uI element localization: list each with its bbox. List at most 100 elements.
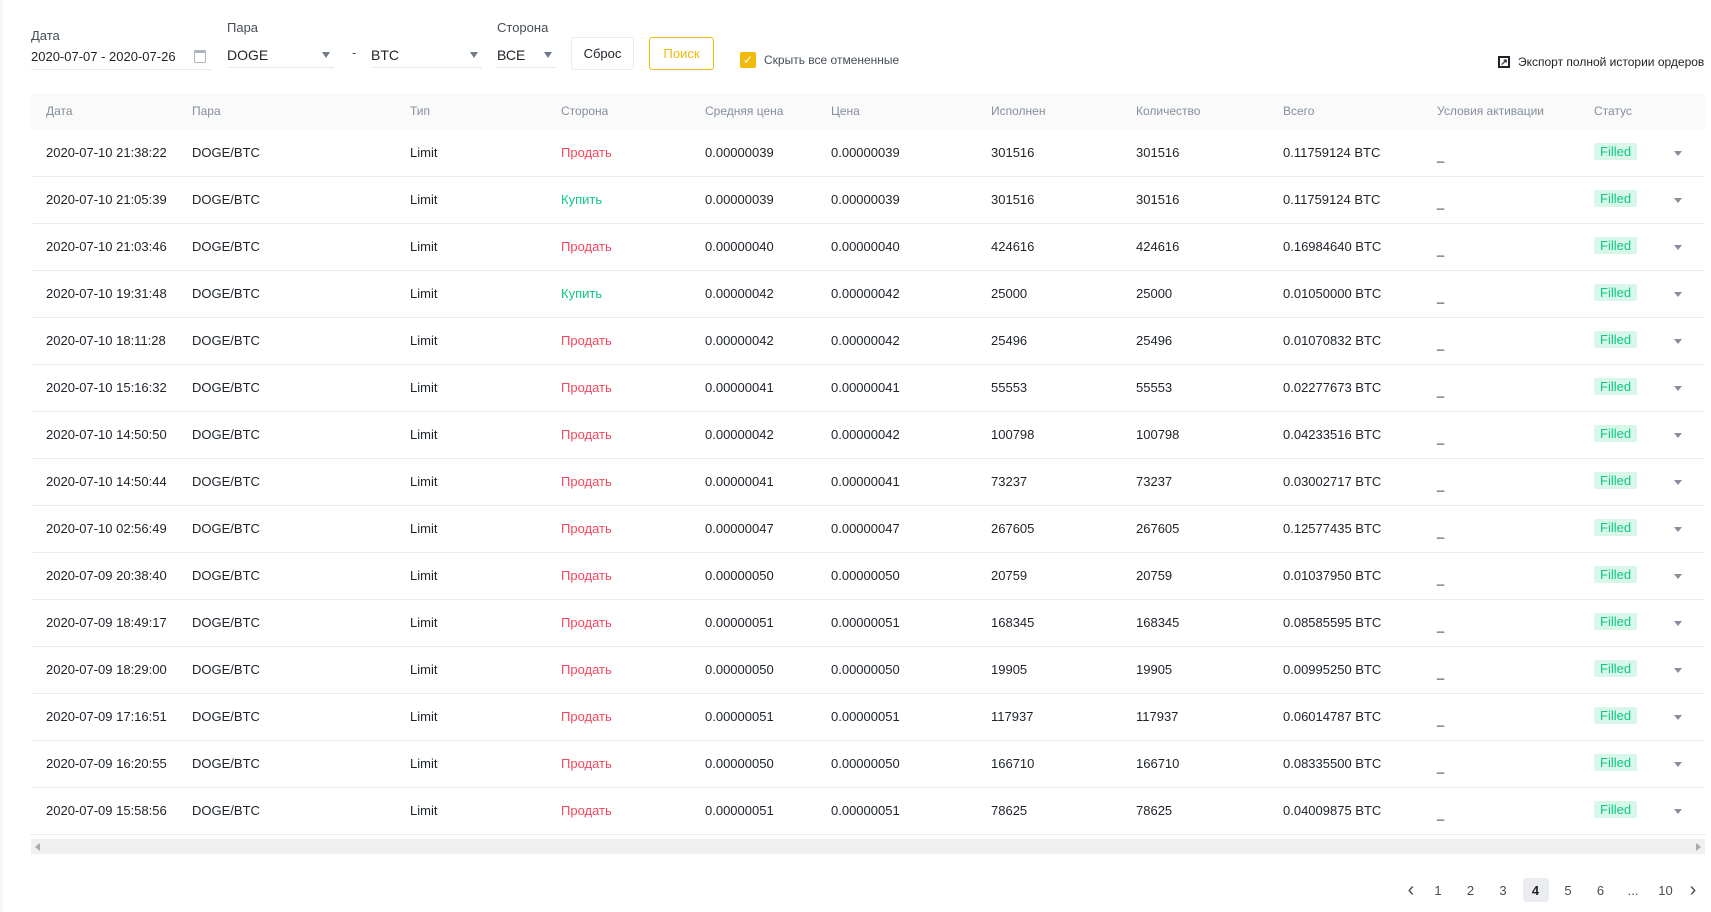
cell-date: 2020-07-10 18:11:28 xyxy=(46,333,166,348)
pair-dash: - xyxy=(352,45,357,60)
expand-chevron-icon[interactable] xyxy=(1674,527,1682,532)
cell-side: Продать xyxy=(561,662,612,677)
table-row[interactable]: 2020-07-10 15:16:32 DOGE/BTC Limit Продать 0… xyxy=(31,365,1705,412)
cell-executed: 301516 xyxy=(991,145,1035,160)
cell-pair: DOGE/BTC xyxy=(192,662,260,677)
cell-avg-price: 0.00000047 xyxy=(705,521,774,536)
table-row[interactable]: 2020-07-09 15:58:56 DOGE/BTC Limit Продать 0… xyxy=(31,788,1705,835)
reset-button[interactable]: Сброс xyxy=(571,37,634,70)
cell-total: 0.04233516 BTC xyxy=(1283,427,1382,442)
scroll-left-icon[interactable] xyxy=(35,843,40,851)
page-1[interactable]: 1 xyxy=(1425,878,1451,902)
external-link-icon: ↗ xyxy=(1498,56,1510,68)
cell-pair: DOGE/BTC xyxy=(192,521,260,536)
cell-status: Filled xyxy=(1594,660,1638,677)
page-2[interactable]: 2 xyxy=(1458,878,1484,902)
cell-type: Limit xyxy=(410,803,438,818)
search-button[interactable]: Поиск xyxy=(649,37,714,70)
page-3[interactable]: 3 xyxy=(1490,878,1516,902)
cell-date: 2020-07-09 20:38:40 xyxy=(46,568,167,583)
cell-price: 0.00000042 xyxy=(831,333,900,348)
expand-chevron-icon[interactable] xyxy=(1674,151,1682,156)
cell-amount: 25496 xyxy=(1136,333,1173,348)
expand-chevron-icon[interactable] xyxy=(1674,339,1682,344)
cell-pair: DOGE/BTC xyxy=(192,380,260,395)
page-4[interactable]: 4 xyxy=(1522,878,1549,902)
expand-chevron-icon[interactable] xyxy=(1674,668,1682,673)
expand-chevron-icon[interactable] xyxy=(1674,433,1682,438)
cell-date: 2020-07-10 21:03:46 xyxy=(46,239,167,254)
expand-chevron-icon[interactable] xyxy=(1674,480,1682,485)
scroll-right-icon[interactable] xyxy=(1696,843,1701,851)
table-row[interactable]: 2020-07-10 14:50:50 DOGE/BTC Limit Продать 0… xyxy=(31,412,1705,459)
cell-side: Продать xyxy=(561,521,612,536)
expand-chevron-icon[interactable] xyxy=(1674,762,1682,767)
cell-trigger: _ xyxy=(1437,618,1445,633)
cell-total: 0.01037950 BTC xyxy=(1283,568,1382,583)
table-row[interactable]: 2020-07-10 21:05:39 DOGE/BTC Limit Купить 0.… xyxy=(31,177,1705,224)
cell-amount: 25000 xyxy=(1136,286,1173,301)
table-row[interactable]: 2020-07-10 14:50:44 DOGE/BTC Limit Продать 0… xyxy=(31,459,1705,506)
cell-type: Limit xyxy=(410,427,438,442)
table-row[interactable]: 2020-07-10 21:03:46 DOGE/BTC Limit Продать 0… xyxy=(31,224,1705,271)
expand-chevron-icon[interactable] xyxy=(1674,715,1682,720)
cell-executed: 166710 xyxy=(991,756,1035,771)
cell-type: Limit xyxy=(410,568,438,583)
expand-chevron-icon[interactable] xyxy=(1674,621,1682,626)
table-row[interactable]: 2020-07-09 16:20:55 DOGE/BTC Limit Продать 0… xyxy=(31,741,1705,788)
export-history-link[interactable]: ↗ Экспорт полной истории ордеров xyxy=(1498,55,1704,69)
base-select[interactable]: DOGE xyxy=(227,42,334,68)
expand-chevron-icon[interactable] xyxy=(1674,292,1682,297)
expand-chevron-icon[interactable] xyxy=(1674,198,1682,203)
hide-cancelled-checkbox[interactable]: ✓ Скрыть все отмененные xyxy=(740,52,899,68)
cell-type: Limit xyxy=(410,756,438,771)
expand-chevron-icon[interactable] xyxy=(1674,245,1682,250)
cell-side: Продать xyxy=(561,709,612,724)
cell-amount: 78625 xyxy=(1136,803,1173,818)
cell-total: 0.08585595 BTC xyxy=(1283,615,1382,630)
side-select[interactable]: ВСЕ xyxy=(497,42,556,68)
column-header-total: Всего xyxy=(1283,104,1315,118)
cell-avg-price: 0.00000039 xyxy=(705,192,774,207)
column-header-status: Статус xyxy=(1594,104,1632,118)
page-10[interactable]: 10 xyxy=(1653,878,1679,902)
table-row[interactable]: 2020-07-10 21:38:22 DOGE/BTC Limit Продать 0… xyxy=(31,130,1705,177)
page-5[interactable]: 5 xyxy=(1555,878,1581,902)
cell-date: 2020-07-10 02:56:49 xyxy=(46,521,167,536)
table-row[interactable]: 2020-07-10 02:56:49 DOGE/BTC Limit Продать 0… xyxy=(31,506,1705,553)
table-row[interactable]: 2020-07-10 18:11:28 DOGE/BTC Limit Продать 0… xyxy=(31,318,1705,365)
quote-select[interactable]: BTC xyxy=(371,42,482,68)
table-row[interactable]: 2020-07-09 18:49:17 DOGE/BTC Limit Продать 0… xyxy=(31,600,1705,647)
cell-status: Filled xyxy=(1594,190,1638,207)
prev-page-icon[interactable]: ‹ xyxy=(1398,878,1424,902)
cell-price: 0.00000041 xyxy=(831,380,900,395)
expand-chevron-icon[interactable] xyxy=(1674,809,1682,814)
cell-price: 0.00000050 xyxy=(831,662,900,677)
cell-executed: 100798 xyxy=(991,427,1035,442)
cell-side: Продать xyxy=(561,803,612,818)
table-row[interactable]: 2020-07-09 18:29:00 DOGE/BTC Limit Продать 0… xyxy=(31,647,1705,694)
date-range-input[interactable]: 2020-07-07 - 2020-07-26 xyxy=(31,44,212,70)
next-page-icon[interactable]: › xyxy=(1680,878,1706,902)
table-row[interactable]: 2020-07-10 19:31:48 DOGE/BTC Limit Купить 0.… xyxy=(31,271,1705,318)
cell-type: Limit xyxy=(410,474,438,489)
cell-side: Продать xyxy=(561,239,612,254)
page-6[interactable]: 6 xyxy=(1588,878,1614,902)
cell-total: 0.04009875 BTC xyxy=(1283,803,1382,818)
cell-side: Продать xyxy=(561,756,612,771)
table-row[interactable]: 2020-07-09 20:38:40 DOGE/BTC Limit Продать 0… xyxy=(31,553,1705,600)
cell-price: 0.00000051 xyxy=(831,709,900,724)
cell-executed: 25496 xyxy=(991,333,1028,348)
expand-chevron-icon[interactable] xyxy=(1674,386,1682,391)
cell-executed: 73237 xyxy=(991,474,1028,489)
table-row[interactable]: 2020-07-09 17:16:51 DOGE/BTC Limit Продать 0… xyxy=(31,694,1705,741)
cell-price: 0.00000047 xyxy=(831,521,900,536)
cell-total: 0.11759124 BTC xyxy=(1283,145,1381,160)
cell-executed: 168345 xyxy=(991,615,1035,630)
expand-chevron-icon[interactable] xyxy=(1674,574,1682,579)
cell-amount: 166710 xyxy=(1136,756,1180,771)
horizontal-scrollbar[interactable] xyxy=(31,839,1705,854)
cell-amount: 73237 xyxy=(1136,474,1173,489)
cell-total: 0.06014787 BTC xyxy=(1283,709,1382,724)
cell-executed: 267605 xyxy=(991,521,1035,536)
